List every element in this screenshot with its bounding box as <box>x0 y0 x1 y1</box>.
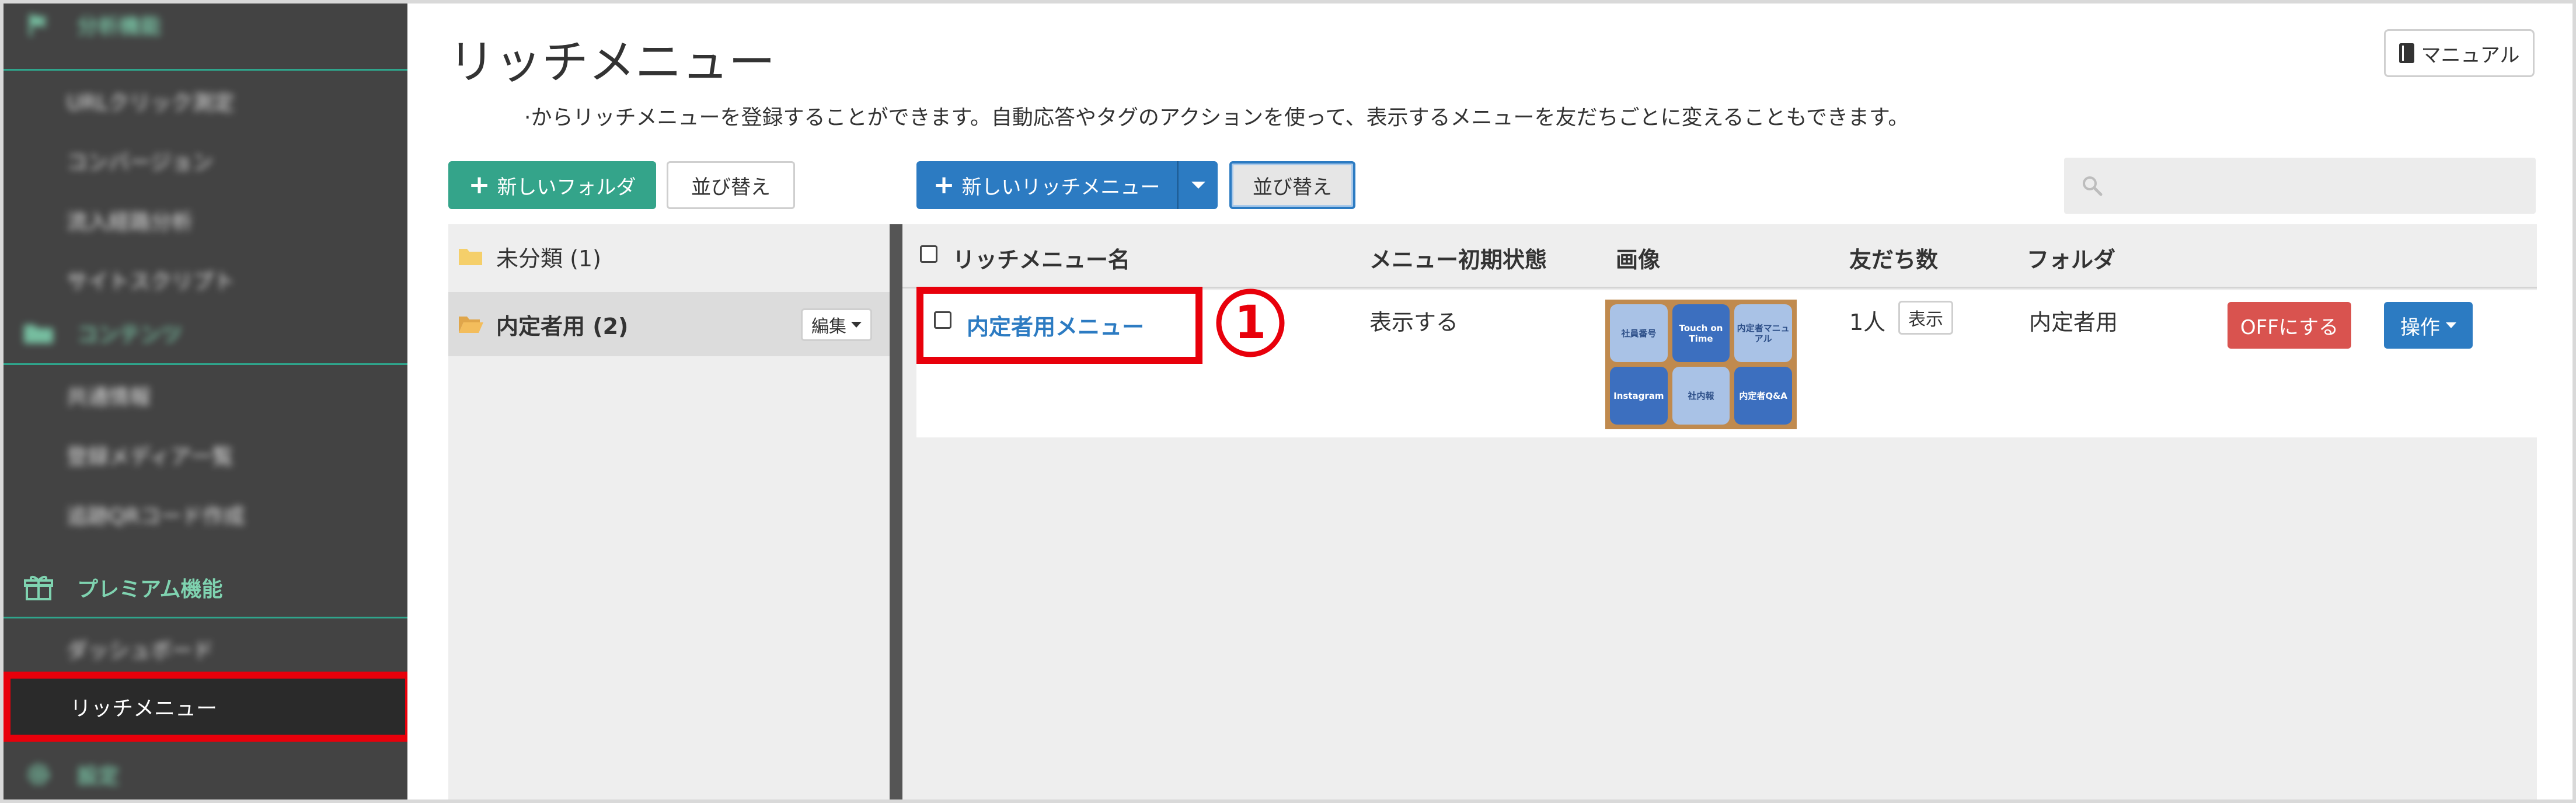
panel-divider[interactable] <box>890 224 902 799</box>
sidebar-item-common-info[interactable]: 共通情報 <box>4 366 407 425</box>
thumbnail-tile: Touch on Time <box>1672 304 1730 362</box>
column-header-name: リッチメニュー名 <box>953 247 1131 273</box>
sidebar-section-settings[interactable]: 設定 <box>4 746 407 799</box>
rich-menu-name-link[interactable]: 内定者用メニュー <box>967 309 1144 341</box>
folder-item-uncategorized[interactable]: 未分類 (1) <box>448 224 890 288</box>
chevron-down-icon <box>2446 322 2456 328</box>
sidebar-divider <box>4 617 407 618</box>
new-rich-menu-dropdown[interactable] <box>1177 161 1218 209</box>
initial-state-value: 表示する <box>1369 310 1459 335</box>
folder-value: 内定者用 <box>2029 310 2118 335</box>
search-input[interactable] <box>2064 158 2536 214</box>
sidebar: 分析機能 URLクリック測定 コンバージョン 流入経路分析 サイトスクリプト コ… <box>4 4 407 799</box>
page-title: リッチメニュー <box>448 35 775 89</box>
sidebar-item-inflow[interactable]: 流入経路分析 <box>4 190 407 250</box>
column-header-initial-state: メニュー初期状態 <box>1369 247 1547 273</box>
sidebar-section-analysis[interactable]: 分析機能 <box>4 7 407 42</box>
sidebar-item-rich-menu[interactable]: リッチメニュー <box>4 672 407 742</box>
rich-menu-table: リッチメニュー名 メニュー初期状態 画像 友だち数 フォルダ 内定者用メニュー … <box>902 224 2537 799</box>
operations-dropdown-button[interactable]: 操作 <box>2384 302 2473 349</box>
folder-item-naiteisha[interactable]: 内定者用 (2) 編集 <box>448 292 890 356</box>
annotation-step-number: 1 <box>1214 287 1287 359</box>
folder-edit-button[interactable]: 編集 <box>801 308 872 341</box>
new-rich-menu-button[interactable]: + 新しいリッチメニュー <box>916 161 1177 209</box>
main-content: リッチメニュー マニュアル ·からリッチメニューを登録することができます。自動応… <box>407 4 2572 799</box>
flag-icon <box>21 7 56 42</box>
menu-sort-label: 並び替え <box>1253 175 1332 199</box>
page-description: ·からリッチメニューを登録することができます。自動応答やタグのアクションを使って… <box>524 106 1909 130</box>
new-rich-menu-label: 新しいリッチメニュー <box>961 175 1160 199</box>
sidebar-divider <box>4 363 407 365</box>
sidebar-section-premium[interactable]: プレミアム機能 <box>4 559 407 616</box>
plus-icon: + <box>933 170 955 200</box>
select-all-checkbox[interactable] <box>920 245 937 263</box>
table-header: リッチメニュー名 メニュー初期状態 画像 友だち数 フォルダ <box>902 224 2537 288</box>
chevron-down-icon <box>851 322 862 328</box>
folder-sort-button[interactable]: 並び替え <box>667 161 795 209</box>
gift-icon <box>21 570 56 605</box>
sidebar-item-url-click[interactable]: URLクリック測定 <box>4 71 407 131</box>
sidebar-item-conversion[interactable]: コンバージョン <box>4 131 407 190</box>
column-header-friends: 友だち数 <box>1849 247 1939 273</box>
column-header-folder: フォルダ <box>2027 247 2116 273</box>
sidebar-item-media-list[interactable]: 登録メディア一覧 <box>4 425 407 485</box>
column-header-image: 画像 <box>1616 247 1661 273</box>
turn-off-button[interactable]: OFFにする <box>2228 302 2351 349</box>
gear-icon <box>21 757 56 792</box>
chevron-down-icon <box>1191 182 1205 189</box>
new-folder-button[interactable]: + 新しいフォルダ <box>448 161 656 209</box>
folder-sort-label: 並び替え <box>691 175 771 199</box>
book-icon <box>2399 43 2414 63</box>
sidebar-item-site-script[interactable]: サイトスクリプト <box>4 250 407 310</box>
table-row: 内定者用メニュー 1 表示する 社員番号 Touch on Time 内定者マニ… <box>916 287 2537 437</box>
row-checkbox[interactable] <box>934 311 951 329</box>
sidebar-divider <box>4 69 407 71</box>
thumbnail-tile: 社内報 <box>1672 367 1730 425</box>
manual-button-label: マニュアル <box>2421 43 2520 67</box>
thumbnail-tile: 内定者Q&A <box>1734 367 1792 425</box>
thumbnail-tile: Instagram <box>1610 367 1668 425</box>
annotation-step-number-text: 1 <box>1234 297 1267 349</box>
plus-icon: + <box>468 170 490 200</box>
rich-menu-thumbnail[interactable]: 社員番号 Touch on Time 内定者マニュアル Instagram 社内… <box>1605 300 1797 429</box>
friends-count: 1人 <box>1849 310 1886 335</box>
new-folder-label: 新しいフォルダ <box>497 175 636 199</box>
menu-sort-button[interactable]: 並び替え <box>1229 161 1355 209</box>
thumbnail-tile: 社員番号 <box>1610 304 1668 362</box>
folder-list: 未分類 (1) 内定者用 (2) 編集 <box>448 224 890 799</box>
thumbnail-tile: 内定者マニュアル <box>1734 304 1792 362</box>
sidebar-item-dashboard[interactable]: ダッシュボード <box>4 619 407 679</box>
folder-icon <box>458 246 483 266</box>
sidebar-section-content[interactable]: コンテンツ <box>4 305 407 361</box>
sidebar-item-qr-code[interactable]: 追跡QRコード作成 <box>4 485 407 544</box>
manual-button[interactable]: マニュアル <box>2384 29 2535 77</box>
friends-view-button[interactable]: 表示 <box>1898 301 1953 335</box>
folder-icon <box>21 315 56 350</box>
search-icon <box>2082 175 2103 196</box>
folder-open-icon <box>458 314 483 334</box>
